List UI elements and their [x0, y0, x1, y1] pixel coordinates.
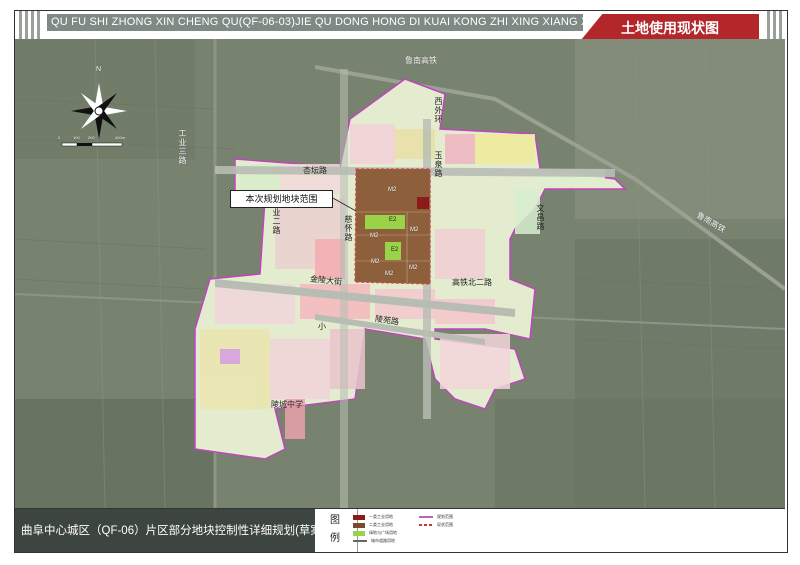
parcel-code: M2	[371, 259, 380, 265]
map-view[interactable]: M2 E2 M2 E2 M2 M2 M2 M2 鲁南高铁 鲁南高铁 西外环 玉泉…	[15, 39, 785, 508]
road-label: 西外环	[434, 97, 443, 124]
parcel-code: M2	[385, 271, 394, 277]
legend-swatch	[353, 530, 365, 536]
header-stripe	[767, 11, 770, 39]
header-stripe	[37, 11, 40, 39]
legend-item: 一类工业用地	[353, 514, 393, 520]
parcel-code: M2	[388, 187, 397, 193]
legend-header: 图例	[330, 515, 340, 544]
road-label: 文昌路	[536, 204, 545, 231]
legend-label: 规划范围	[437, 514, 453, 519]
legend-item: 规划范围	[419, 514, 453, 520]
scale-label: 200	[88, 135, 95, 140]
footer-bar: 曲阜中心城区（QF-06）片区部分地块控制性详细规划(草案) 图例 一类工业用地…	[15, 508, 785, 552]
road-label: 慈怀路	[344, 215, 353, 242]
scale-label: 100	[73, 135, 80, 140]
scale-label: 0	[58, 135, 61, 140]
header-bar: QU FU SHI ZHONG XIN CHENG QU(QF-06-03)JI…	[15, 11, 785, 40]
header-title-en: QU FU SHI ZHONG XIN CHENG QU(QF-06-03)JI…	[51, 16, 643, 28]
road-label: 陵城中学	[271, 400, 303, 409]
header-stripe	[779, 11, 782, 39]
legend-label: 绿地与广场用地	[369, 530, 397, 535]
planning-area-callout: 本次规划地块范围	[230, 190, 333, 208]
road-label: 玉泉路	[434, 151, 443, 178]
scale-bar	[61, 142, 123, 147]
parcel-code: M2	[410, 227, 419, 233]
road-label: 工业三路	[178, 129, 187, 165]
legend-swatch	[353, 522, 365, 528]
legend-swatch	[419, 524, 433, 526]
legend-label: 一类工业用地	[369, 514, 393, 519]
road-label: 杏坛路	[303, 166, 327, 175]
road-label: 鲁南高铁	[405, 56, 437, 65]
north-arrow-icon	[71, 83, 127, 139]
legend-swatch	[419, 516, 433, 518]
header-stripe	[19, 11, 22, 39]
parcel-code: M2	[370, 233, 379, 239]
parcel-code: E2	[391, 247, 399, 253]
legend-item: 二类工业用地	[353, 522, 393, 528]
legend-item: 绿地与广场用地	[353, 530, 397, 536]
footer-title-box: 曲阜中心城区（QF-06）片区部分地块控制性详细规划(草案)	[15, 509, 326, 552]
parcel-code: M2	[409, 265, 418, 271]
scale-label: 400m	[115, 135, 126, 140]
legend-swatch	[353, 540, 367, 542]
legend-item: 城市道路用地	[353, 538, 395, 544]
header-stripe	[25, 11, 28, 39]
header-stripe	[31, 11, 34, 39]
north-label: N	[96, 66, 102, 73]
legend-header-column: 图例	[315, 509, 358, 552]
road-label: 小	[318, 322, 326, 331]
plan-title: 曲阜中心城区（QF-06）片区部分地块控制性详细规划(草案)	[21, 525, 326, 537]
legend-label: 二类工业用地	[369, 522, 393, 527]
legend-label: 现状范围	[437, 522, 453, 527]
parcel-code: E2	[389, 217, 397, 223]
legend-swatch	[353, 514, 365, 520]
header-stripe	[773, 11, 776, 39]
legend-item: 现状范围	[419, 522, 453, 528]
legend-label: 城市道路用地	[371, 538, 395, 543]
road-label: 高铁北二路	[452, 278, 492, 287]
header-sheet-title: 土地使用现状图	[621, 20, 719, 36]
